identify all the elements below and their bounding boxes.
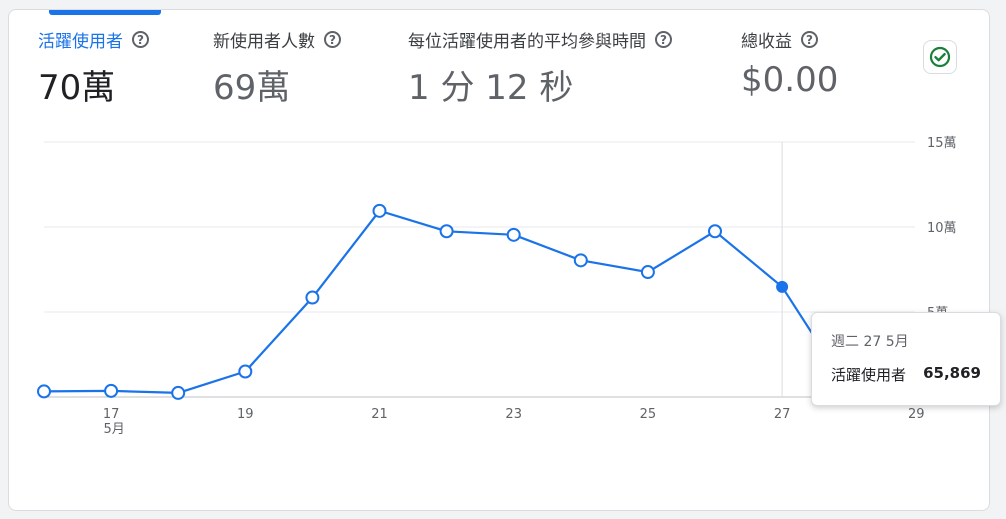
chart-tooltip: 週二 27 5月 活躍使用者 65,869	[811, 312, 1001, 406]
data-point	[776, 280, 789, 293]
data-point	[708, 224, 722, 239]
data-point	[104, 383, 119, 398]
data-point	[439, 224, 454, 239]
tooltip-label: 活躍使用者	[831, 366, 907, 384]
x-tick-label: 27	[774, 407, 791, 422]
y-tick-label: 10萬	[927, 221, 957, 236]
line-chart: 05萬10萬15萬 175月192123252729	[37, 136, 957, 437]
x-tick-label: 19	[237, 407, 254, 422]
data-point	[171, 385, 186, 400]
tooltip-date: 週二 27 5月	[831, 334, 909, 350]
x-tick-label: 25	[640, 407, 657, 422]
data-point	[238, 364, 253, 379]
x-tick-label: 17	[103, 407, 120, 422]
data-point	[573, 253, 588, 268]
x-tick-sublabel: 5月	[103, 422, 124, 437]
x-tick-label: 29	[908, 407, 925, 422]
x-tick-label: 21	[371, 407, 388, 422]
data-point	[372, 203, 387, 218]
data-point	[506, 227, 521, 242]
tooltip-value: 65,869	[923, 364, 981, 382]
data-point	[305, 290, 320, 305]
data-point	[37, 384, 51, 399]
data-point	[640, 265, 655, 280]
x-tick-label: 23	[505, 407, 522, 422]
y-tick-label: 15萬	[927, 136, 957, 151]
